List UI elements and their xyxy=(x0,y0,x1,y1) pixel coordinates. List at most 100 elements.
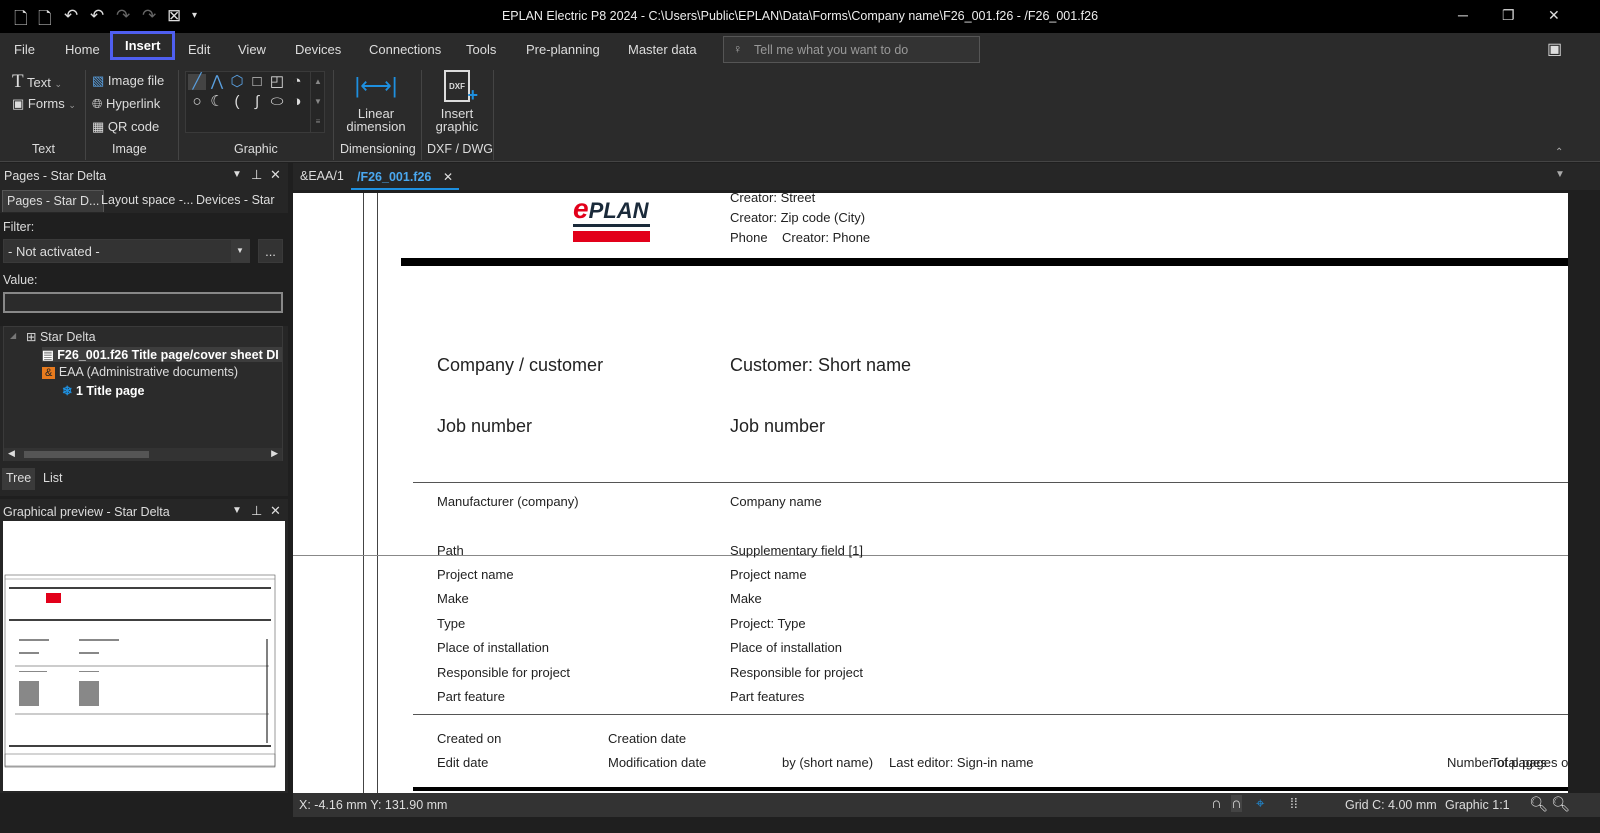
ellipse-icon[interactable]: ⬭ xyxy=(268,94,286,110)
pin-icon[interactable]: ⊥ xyxy=(251,167,262,183)
modification-date: Modification date xyxy=(608,755,707,770)
row-value: Make xyxy=(730,591,762,606)
line-icon[interactable]: ╱ xyxy=(188,74,206,90)
tab-pre-planning[interactable]: Pre-planning xyxy=(526,42,600,57)
polygon-icon[interactable]: ⬡ xyxy=(228,74,246,90)
linear-dimension-button[interactable]: |⟷| Linear dimension xyxy=(340,73,412,133)
tab-home[interactable]: Home xyxy=(65,42,100,57)
forms-label: Forms xyxy=(27,96,65,111)
circle-icon[interactable]: ○ xyxy=(188,94,206,110)
linear-dimension-label-2: dimension xyxy=(346,119,406,134)
total-pages: Total pages of p xyxy=(1491,755,1568,770)
tree-item-project[interactable]: ⊞ Star Delta xyxy=(26,329,96,344)
panel-close-icon[interactable]: ✕ xyxy=(270,167,281,183)
tab-f26-001[interactable]: /F26_001.f26 ✕ xyxy=(351,163,460,190)
row-label: Place of installation xyxy=(437,640,550,655)
row-value: Responsible for project xyxy=(730,665,863,680)
tab-devices[interactable]: Devices - Star ... xyxy=(192,190,288,221)
spline-icon[interactable]: ∫ xyxy=(248,94,266,110)
hyperlink-button[interactable]: 🌐︎ Hyperlink xyxy=(92,96,160,112)
phone-label: Phone xyxy=(730,230,768,245)
insert-graphic-button[interactable]: DXF + Insert graphic xyxy=(428,70,486,133)
pages-panel-title: Pages - Star Delta xyxy=(4,169,107,183)
tree-item-title-page[interactable]: ❄ 1 Title page xyxy=(62,383,145,398)
close-button[interactable]: ✕ xyxy=(1548,7,1560,24)
job-number-value: Job number xyxy=(730,416,826,436)
restore-button[interactable]: ❐ xyxy=(1502,7,1515,24)
qr-code-label: QR code xyxy=(107,119,160,134)
tabs-dropdown-icon[interactable]: ▼ xyxy=(1555,169,1565,180)
tab-tree[interactable]: Tree xyxy=(2,468,36,490)
dxf-icon-text: DXF xyxy=(449,82,465,91)
zoom-window-icon[interactable]: 🔍︎ xyxy=(1529,795,1548,813)
grid-icon[interactable]: ⁞⁞ xyxy=(1290,795,1298,811)
tree-item-form[interactable]: ▤ F26_001.f26 Title page/cover sheet DI xyxy=(42,347,282,362)
value-input[interactable] xyxy=(3,292,283,313)
tab-layout-space[interactable]: Layout space -... xyxy=(97,190,197,212)
tab-list[interactable]: List xyxy=(39,468,66,490)
horizontal-scrollbar[interactable]: ◀ ▶ xyxy=(4,448,282,461)
grid-snap-icon[interactable]: ∩ xyxy=(1231,795,1242,812)
image-file-button[interactable]: ▧ Image file xyxy=(92,73,164,89)
arc-2-icon[interactable]: ( xyxy=(228,94,246,110)
pin-icon[interactable]: ⊥ xyxy=(251,503,262,519)
last-editor: Last editor: Sign-in name xyxy=(889,755,1034,770)
tab-view[interactable]: View xyxy=(238,42,266,57)
image-icon: ▧ xyxy=(92,73,105,88)
sector-icon[interactable]: ◑ xyxy=(288,94,306,110)
forms-button[interactable]: ▣ Forms ⌄ xyxy=(12,96,76,112)
tell-me-search-input[interactable]: ♀ Tell me what you want to do xyxy=(723,36,980,63)
filter-more-button[interactable]: ... xyxy=(258,239,283,263)
arc-icon[interactable]: ☾ xyxy=(208,94,226,110)
cursor-coordinates: X: -4.16 mm Y: 131.90 mm xyxy=(299,798,448,812)
insert-graphic-label-2: graphic xyxy=(435,119,479,134)
row-value: Place of installation xyxy=(730,640,843,655)
ribbon-tabs: File Home Insert Edit View Devices Conne… xyxy=(0,31,1600,65)
image-file-label: Image file xyxy=(107,73,165,88)
qr-code-button[interactable]: ▦ QR code xyxy=(92,119,159,135)
drawing-canvas[interactable]: ePLAN Creator: Street Creator: Zip code … xyxy=(293,193,1568,793)
object-snap-icon[interactable]: ⌖ xyxy=(1256,795,1264,812)
edit-date-label: Edit date xyxy=(437,755,489,770)
rectangle-icon[interactable]: □ xyxy=(248,74,266,90)
filter-select[interactable]: - Not activated - ▼ xyxy=(3,239,250,263)
tab-file[interactable]: File xyxy=(14,42,35,57)
tab-connections[interactable]: Connections xyxy=(369,42,441,57)
text-button[interactable]: T Text ⌄ xyxy=(12,71,62,93)
rect-point-icon[interactable]: ◰ xyxy=(268,74,286,90)
row-value: Part features xyxy=(730,689,805,704)
group-label-text: Text xyxy=(32,142,55,156)
row-label: Type xyxy=(437,616,466,631)
page-tree: ◢ ⊞ Star Delta ▤ F26_001.f26 Title page/… xyxy=(3,326,283,461)
tab-label: /F26_001.f26 xyxy=(357,170,432,184)
collapse-ribbon-icon[interactable]: ⌃ xyxy=(1555,147,1563,158)
tab-insert[interactable]: Insert xyxy=(110,31,176,60)
polyline-icon[interactable]: ⋀ xyxy=(208,74,226,90)
snap-icon[interactable]: ∩ xyxy=(1211,795,1222,812)
panel-menu-icon[interactable]: ▼ xyxy=(232,169,242,180)
tree-item-eaa[interactable]: & EAA (Administrative documents) xyxy=(42,365,238,379)
tab-tools[interactable]: Tools xyxy=(466,42,496,57)
tab-edit[interactable]: Edit xyxy=(188,42,210,57)
tab-pages[interactable]: Pages - Star D... xyxy=(2,190,105,212)
graphic-scale: Graphic 1:1 xyxy=(1445,798,1510,812)
tab-master-data[interactable]: Master data xyxy=(628,42,697,57)
zoom-100-icon[interactable]: 🔍︎ xyxy=(1551,795,1570,813)
tab-devices[interactable]: Devices xyxy=(295,42,341,57)
ribbon: T Text ⌄ ▣ Forms ⌄ Text ▧ Image file 🌐︎ … xyxy=(0,65,1600,162)
panel-close-icon[interactable]: ✕ xyxy=(270,503,281,519)
layout-icon[interactable]: ▣ xyxy=(1547,39,1562,59)
tree-label: F26_001.f26 Title page/cover sheet DI xyxy=(57,348,279,362)
globe-link-icon: 🌐︎ xyxy=(92,96,103,111)
hyperlink-label: Hyperlink xyxy=(106,96,161,111)
circle-arc-icon[interactable]: ◔ xyxy=(288,74,306,90)
tab-eaa-1[interactable]: &EAA/1 xyxy=(300,169,344,183)
gallery-scroll[interactable]: ▲ ▼ ≡ xyxy=(310,72,325,132)
panel-menu-icon[interactable]: ▼ xyxy=(232,505,242,516)
text-icon: T xyxy=(12,71,24,92)
group-label-dimensioning: Dimensioning xyxy=(340,142,416,156)
close-tab-icon[interactable]: ✕ xyxy=(443,170,453,184)
dxf-file-icon: DXF + xyxy=(444,70,478,105)
graphic-gallery: ╱ ⋀ ⬡ □ ◰ ◔ ○ ☾ ( ∫ ⬭ ◑ ▲ ▼ ≡ xyxy=(185,71,325,133)
minimize-button[interactable]: ─ xyxy=(1458,7,1468,23)
